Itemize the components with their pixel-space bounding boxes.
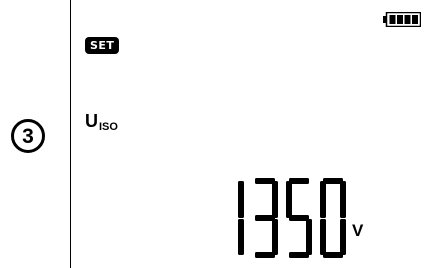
segment-c xyxy=(272,219,278,255)
segment-f xyxy=(286,181,292,218)
parameter-label: UISO xyxy=(85,111,118,133)
set-mode-badge: SET xyxy=(85,37,120,54)
segment-e xyxy=(320,219,326,255)
unit-label: V xyxy=(352,221,364,240)
segment-g xyxy=(289,215,309,221)
segment-f xyxy=(320,181,326,218)
step-number: 3 xyxy=(22,124,34,148)
battery-full-icon xyxy=(383,11,422,28)
segment-c xyxy=(238,219,244,255)
segment-d xyxy=(289,252,309,258)
meter-screen: SET UISO V xyxy=(70,0,430,268)
segment-c xyxy=(340,219,346,255)
segment-c xyxy=(306,219,312,255)
seven-segment-digits xyxy=(238,178,346,258)
segment-b xyxy=(238,181,244,218)
step-number-badge: 3 xyxy=(11,119,45,153)
parameter-symbol: U xyxy=(85,111,98,131)
battery-icon-graphic xyxy=(383,11,422,28)
digit-3 xyxy=(320,178,346,258)
digit-2 xyxy=(286,178,312,258)
digit-1 xyxy=(255,178,278,258)
segment-b xyxy=(272,181,278,218)
screen-border xyxy=(70,0,71,268)
digit-0 xyxy=(238,181,244,255)
segment-b xyxy=(340,181,346,218)
parameter-subscript: ISO xyxy=(99,121,118,133)
segment-g xyxy=(255,215,275,221)
segment-d xyxy=(255,252,275,258)
measurement-value-display xyxy=(216,178,346,260)
